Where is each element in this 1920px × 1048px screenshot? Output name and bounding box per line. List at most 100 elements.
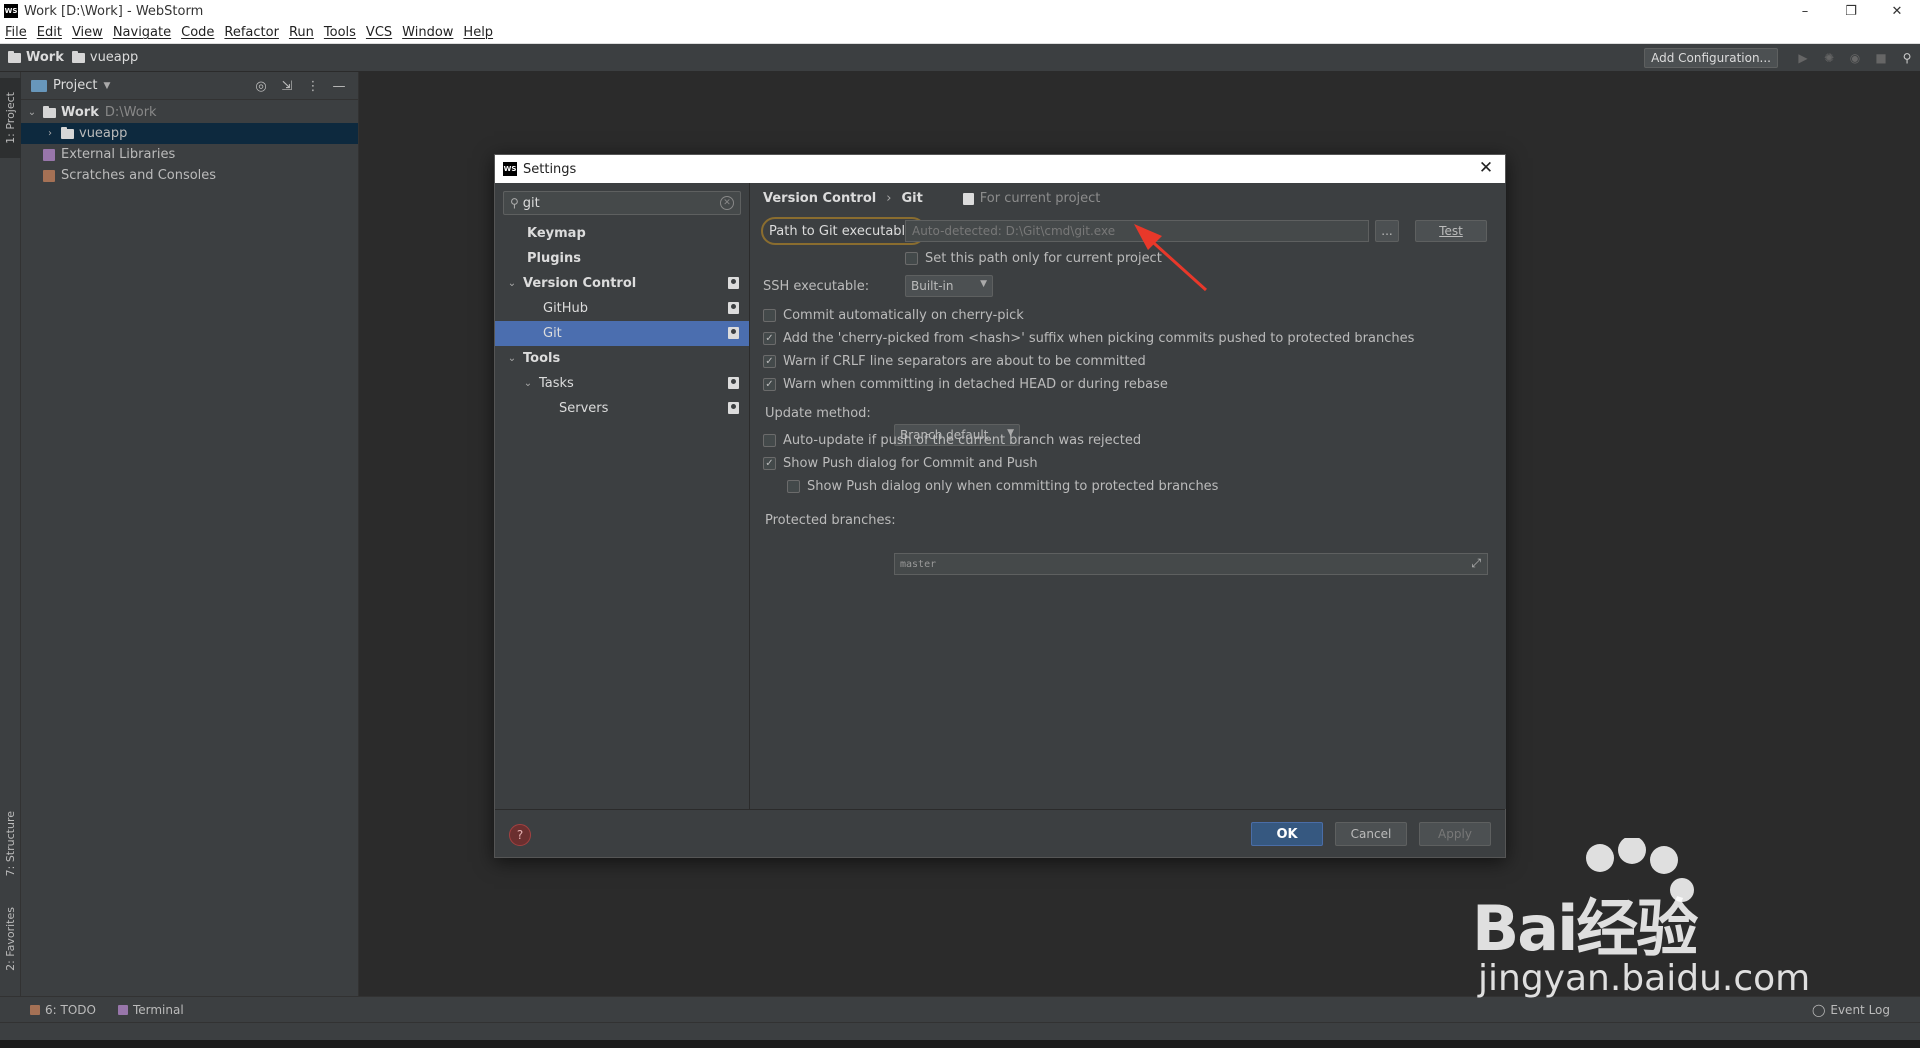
set-path-checkbox[interactable]: [905, 252, 918, 265]
close-window-button[interactable]: ✕: [1874, 0, 1920, 22]
menu-edit[interactable]: Edit: [32, 25, 67, 40]
expand-icon[interactable]: ⤢: [1471, 556, 1481, 571]
menu-navigate[interactable]: Navigate: [108, 25, 176, 40]
todo-label: 6: TODO: [45, 1002, 96, 1017]
git-path-input[interactable]: Auto-detected: D:\Git\cmd\git.exe: [905, 220, 1369, 242]
locate-file-icon[interactable]: ◎: [248, 79, 274, 94]
settings-item-keymap[interactable]: Keymap: [495, 221, 749, 246]
menu-file[interactable]: File: [0, 25, 32, 40]
debug-icon[interactable]: ✺: [1816, 48, 1842, 68]
auto-update-option[interactable]: Auto-update if push of the current branc…: [763, 433, 1141, 448]
terminal-tool-button[interactable]: Terminal: [117, 1003, 184, 1017]
tree-item-vueapp[interactable]: › vueapp: [21, 123, 358, 144]
git-settings-page: Version Control › Git For current projec…: [751, 183, 1506, 809]
cancel-button[interactable]: Cancel: [1335, 822, 1407, 846]
tab-project-label: 1: Project: [4, 92, 17, 144]
show-push-dialog-checkbox[interactable]: ✓: [763, 457, 776, 470]
settings-item-version-control[interactable]: ⌄ Version Control: [495, 271, 749, 296]
settings-item-tools[interactable]: ⌄ Tools: [495, 346, 749, 371]
tab-project[interactable]: 1: Project: [0, 78, 21, 158]
project-view-selector[interactable]: Project: [53, 78, 97, 93]
show-push-dialog-option[interactable]: ✓ Show Push dialog for Commit and Push: [763, 456, 1038, 471]
protected-branches-input[interactable]: master ⤢: [894, 553, 1488, 575]
chevron-down-icon[interactable]: ⌄: [505, 278, 519, 289]
settings-item-git[interactable]: Git: [495, 321, 749, 346]
tree-item-external-libraries[interactable]: External Libraries: [21, 144, 358, 165]
menu-view[interactable]: View: [67, 25, 108, 40]
folder-icon: [43, 105, 56, 118]
settings-item-servers[interactable]: Servers: [495, 396, 749, 421]
show-push-protected-checkbox[interactable]: [787, 480, 800, 493]
settings-item-plugins[interactable]: Plugins: [495, 246, 749, 271]
nav-crumb-vueapp[interactable]: vueapp: [71, 50, 138, 65]
run-icon[interactable]: ▶: [1790, 48, 1816, 68]
tree-item-scratches[interactable]: Scratches and Consoles: [21, 165, 358, 186]
add-configuration-button[interactable]: Add Configuration...: [1644, 48, 1778, 68]
warn-detached-head-checkbox[interactable]: ✓: [763, 378, 776, 391]
left-tool-strip: 1: Project 7: Structure 2: Favorites: [0, 72, 21, 996]
auto-update-checkbox[interactable]: [763, 434, 776, 447]
commit-cherry-pick-option[interactable]: Commit automatically on cherry-pick: [763, 308, 1024, 323]
chevron-down-icon[interactable]: ⌄: [505, 353, 519, 364]
stop-icon[interactable]: ■: [1868, 48, 1894, 68]
project-panel: Project ▼ ◎ ⇲ ⋮ — ⌄ Work D:\Work › vueap…: [21, 72, 359, 996]
menu-help[interactable]: Help: [458, 25, 498, 40]
tab-favorites[interactable]: 2: Favorites: [0, 896, 21, 982]
set-path-current-project-option[interactable]: Set this path only for current project: [905, 251, 1162, 266]
event-log-label: Event Log: [1830, 1003, 1890, 1017]
ssh-label: SSH executable:: [763, 279, 870, 294]
menu-bar: File Edit View Navigate Code Refactor Ru…: [0, 22, 1920, 44]
show-push-protected-option[interactable]: Show Push dialog only when committing to…: [787, 479, 1218, 494]
coverage-icon[interactable]: ◉: [1842, 48, 1868, 68]
cherry-picked-suffix-checkbox[interactable]: ✓: [763, 332, 776, 345]
minimize-button[interactable]: –: [1782, 0, 1828, 22]
settings-item-github[interactable]: GitHub: [495, 296, 749, 321]
commit-cherry-pick-checkbox[interactable]: [763, 309, 776, 322]
tab-structure-label: 7: Structure: [4, 811, 17, 877]
tree-item-path: D:\Work: [104, 105, 157, 120]
settings-nav: ⚲ git ✕ Keymap Plugins ⌄ Version Control…: [495, 183, 750, 809]
clear-search-icon[interactable]: ✕: [720, 196, 734, 210]
hide-panel-icon[interactable]: —: [326, 79, 352, 94]
menu-vcs[interactable]: VCS: [361, 25, 397, 40]
settings-search-input[interactable]: ⚲ git ✕: [503, 191, 741, 215]
test-button[interactable]: Test: [1415, 220, 1487, 242]
project-view-icon: [31, 79, 47, 92]
library-icon: [43, 148, 55, 161]
restore-button[interactable]: ❐: [1828, 0, 1874, 22]
menu-run[interactable]: Run: [284, 25, 319, 40]
search-icon: ⚲: [510, 196, 519, 210]
settings-item-tasks[interactable]: ⌄ Tasks: [495, 371, 749, 396]
todo-tool-button[interactable]: 6: TODO: [30, 1003, 96, 1017]
project-tree: ⌄ Work D:\Work › vueapp External Librari…: [21, 100, 358, 186]
menu-window[interactable]: Window: [397, 25, 458, 40]
options-icon[interactable]: ⋮: [300, 79, 326, 94]
run-toolbar: Add Configuration... ▶ ✺ ◉ ■ ⚲: [1644, 44, 1920, 72]
warn-detached-head-option[interactable]: ✓ Warn when committing in detached HEAD …: [763, 377, 1168, 392]
menu-tools[interactable]: Tools: [319, 25, 361, 40]
chevron-down-icon[interactable]: ⌄: [25, 107, 39, 118]
cherry-picked-suffix-option[interactable]: ✓ Add the 'cherry-picked from <hash>' su…: [763, 331, 1414, 346]
help-button[interactable]: ?: [509, 824, 531, 846]
search-icon[interactable]: ⚲: [1894, 48, 1920, 68]
warn-crlf-checkbox[interactable]: ✓: [763, 355, 776, 368]
nav-crumb-work[interactable]: Work: [8, 50, 64, 65]
chevron-right-icon[interactable]: ›: [43, 128, 57, 139]
navigation-bar: Work vueapp Add Configuration... ▶ ✺ ◉ ■…: [0, 44, 1920, 72]
menu-refactor[interactable]: Refactor: [219, 25, 284, 40]
warn-crlf-option[interactable]: ✓ Warn if CRLF line separators are about…: [763, 354, 1146, 369]
settings-item-label: Plugins: [527, 251, 581, 266]
browse-button[interactable]: ...: [1375, 220, 1399, 242]
ssh-executable-select[interactable]: Built-in ▼: [905, 275, 993, 297]
settings-item-label: Tasks: [539, 376, 574, 391]
menu-code[interactable]: Code: [176, 25, 219, 40]
close-icon[interactable]: ✕: [1475, 158, 1497, 178]
tab-structure[interactable]: 7: Structure: [0, 804, 21, 884]
tree-item-work[interactable]: ⌄ Work D:\Work: [21, 102, 358, 123]
chevron-down-icon[interactable]: ▼: [103, 81, 110, 91]
scratches-icon: [43, 169, 55, 182]
chevron-down-icon[interactable]: ⌄: [521, 378, 535, 389]
ok-button[interactable]: OK: [1251, 822, 1323, 846]
project-level-icon: [728, 327, 739, 339]
collapse-all-icon[interactable]: ⇲: [274, 79, 300, 94]
